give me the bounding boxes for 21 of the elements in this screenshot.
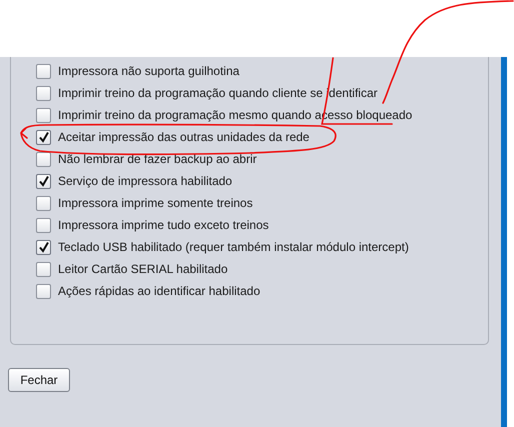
checkbox-label: Ações rápidas ao identificar habilitado: [58, 284, 260, 298]
checkbox[interactable]: [36, 284, 51, 298]
checkbox[interactable]: [36, 240, 51, 254]
checkbox[interactable]: [36, 64, 51, 78]
checkbox-label: Impressora não suporta guilhotina: [58, 64, 240, 78]
checkbox[interactable]: [36, 86, 51, 100]
checkbox-label: Teclado USB habilitado (requer também instalar módulo intercept): [58, 240, 409, 254]
close-button[interactable]: Fechar: [8, 368, 70, 392]
checkbox-label: Leitor Cartão SERIAL habilitado: [58, 262, 228, 276]
checkbox[interactable]: [36, 218, 51, 232]
checkbox[interactable]: [36, 152, 51, 166]
checkbox[interactable]: [36, 196, 51, 210]
checkbox-label: Impressora imprime somente treinos: [58, 196, 253, 210]
checkbox-label: Serviço de impressora habilitado: [58, 174, 232, 188]
checkbox-label: Impressora imprime tudo exceto treinos: [58, 218, 269, 232]
checkbox[interactable]: [36, 262, 51, 276]
checkbox[interactable]: [36, 130, 51, 144]
checkbox[interactable]: [36, 108, 51, 122]
checkbox-label: Não lembrar de fazer backup ao abrir: [58, 152, 257, 166]
checkbox-label: Aceitar impressão das outras unidades da rede: [58, 130, 310, 144]
checkbox[interactable]: [36, 174, 51, 188]
